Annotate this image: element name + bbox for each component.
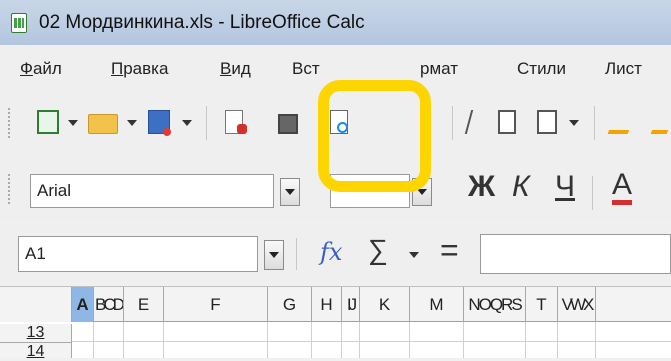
row-header-14[interactable]: 14 xyxy=(0,342,72,360)
font-color-button[interactable]: А xyxy=(612,170,633,205)
select-all-corner[interactable] xyxy=(0,287,72,322)
formula-equals-button[interactable]: = xyxy=(440,232,459,269)
sheet-grid[interactable]: 13 14 xyxy=(0,322,671,360)
title-bar: 02 Мордвинкина.xls - LibreOffice Calc xyxy=(0,0,671,45)
cell-gridline xyxy=(463,322,464,358)
save-dropdown-icon[interactable] xyxy=(182,120,192,126)
menu-insert[interactable]: Вст xyxy=(292,59,320,79)
row-header-13[interactable]: 13 xyxy=(0,324,72,342)
sum-icon[interactable]: ∑ xyxy=(368,234,388,266)
column-header-m[interactable]: M xyxy=(410,287,464,322)
copy-icon[interactable] xyxy=(498,110,516,134)
toolbar-separator xyxy=(296,238,297,270)
paste-dropdown-icon[interactable] xyxy=(569,120,579,126)
column-header-h[interactable]: H xyxy=(312,287,342,322)
function-wizard-button[interactable]: fx xyxy=(320,238,342,266)
font-name-combo[interactable]: Arial xyxy=(30,174,274,208)
toolbar-grip[interactable] xyxy=(8,174,13,204)
column-header-f[interactable]: F xyxy=(164,287,268,322)
column-header-bar: A BCD E F G H IJ K M NOQRS T VWX xyxy=(0,286,671,322)
column-header-a[interactable]: A xyxy=(72,287,94,322)
paste-icon[interactable] xyxy=(537,110,557,134)
column-header-ij[interactable]: IJ xyxy=(342,287,360,322)
cell-gridline xyxy=(311,322,312,358)
cell-gridline xyxy=(359,322,360,358)
cell-gridline xyxy=(409,322,410,358)
save-modified-indicator-icon xyxy=(163,128,171,136)
name-box[interactable]: A1 xyxy=(18,236,258,272)
menu-format[interactable]: рмат xyxy=(420,59,458,79)
new-document-icon[interactable] xyxy=(37,110,59,134)
toolbar-separator xyxy=(592,176,593,210)
cell-gridline xyxy=(525,322,526,358)
cell-gridline xyxy=(557,322,558,358)
italic-button[interactable]: К xyxy=(512,170,530,204)
underline-button[interactable]: Ч xyxy=(555,170,575,204)
cut-icon[interactable] xyxy=(464,110,486,134)
toolbar-separator xyxy=(452,106,453,140)
sum-dropdown-icon[interactable] xyxy=(409,252,419,258)
column-header-bcd[interactable]: BCD xyxy=(94,287,124,322)
menu-sheet[interactable]: Лист xyxy=(605,59,642,79)
row-gridline xyxy=(72,341,671,342)
column-header-g[interactable]: G xyxy=(268,287,312,322)
cell-gridline xyxy=(341,322,342,358)
clear-formatting-icon[interactable] xyxy=(650,110,671,134)
column-header-vwx[interactable]: VWX xyxy=(558,287,596,322)
menu-file[interactable]: Файл xyxy=(20,59,62,79)
column-header-t[interactable]: T xyxy=(526,287,558,322)
toolbar-separator xyxy=(206,106,207,140)
formula-input[interactable] xyxy=(480,234,671,274)
window-title: 02 Мордвинкина.xls - LibreOffice Calc xyxy=(39,11,365,33)
column-header-noqrs[interactable]: NOQRS xyxy=(464,287,526,322)
name-box-value: A1 xyxy=(25,244,46,263)
open-dropdown-icon[interactable] xyxy=(127,120,137,126)
pdf-badge-icon xyxy=(237,124,247,134)
menu-view[interactable]: Вид xyxy=(220,59,251,79)
cell-gridline xyxy=(123,322,124,358)
cell-gridline xyxy=(163,322,164,358)
highlight-annotation xyxy=(318,80,431,192)
cell-gridline xyxy=(267,322,268,358)
font-name-dropdown-button[interactable] xyxy=(280,178,300,206)
print-icon[interactable] xyxy=(278,114,298,134)
menu-edit[interactable]: Правка xyxy=(111,59,168,79)
formula-bar: A1 fx ∑ = xyxy=(0,224,671,282)
menu-styles[interactable]: Стили xyxy=(517,59,566,79)
column-header-k[interactable]: K xyxy=(360,287,410,322)
open-folder-icon[interactable] xyxy=(88,114,118,134)
cell-gridline xyxy=(93,322,94,358)
column-header-e[interactable]: E xyxy=(124,287,164,322)
toolbar-separator xyxy=(594,106,595,140)
toolbar-grip[interactable] xyxy=(8,108,13,138)
bold-button[interactable]: Ж xyxy=(468,170,495,204)
font-name-value: Arial xyxy=(37,181,72,200)
cell-gridline xyxy=(595,322,596,358)
name-box-dropdown-button[interactable] xyxy=(264,240,284,270)
new-dropdown-icon[interactable] xyxy=(68,120,78,126)
clone-formatting-icon[interactable] xyxy=(607,110,637,134)
calc-spreadsheet-icon xyxy=(11,12,27,33)
